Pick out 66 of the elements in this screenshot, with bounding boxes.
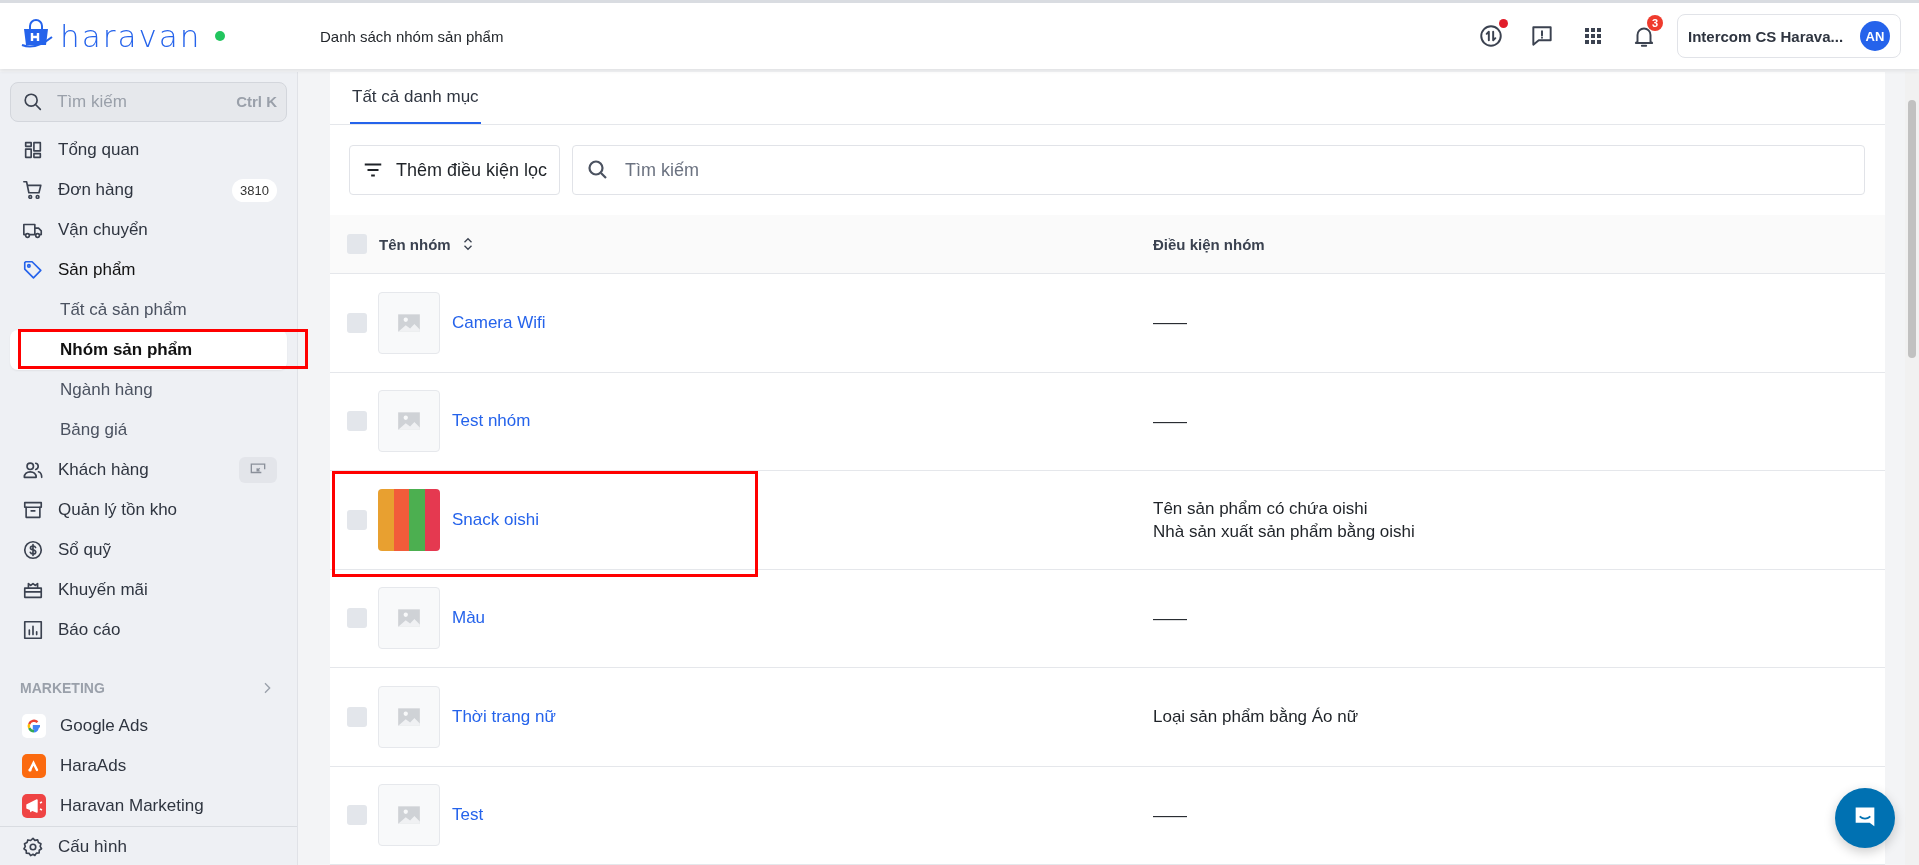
haraads-icon: [22, 754, 46, 778]
condition-text: ——: [1153, 410, 1187, 433]
section-title: MARKETING: [20, 680, 105, 696]
sync-icon: [1478, 23, 1504, 49]
tag-icon: [22, 259, 44, 281]
brand-logo-text: haravan: [60, 18, 202, 54]
nav-item[interactable]: Khách hàng: [0, 450, 297, 490]
condition-text: ——: [1153, 607, 1187, 630]
row-checkbox[interactable]: [347, 509, 367, 530]
page-title: Danh sách nhóm sản phẩm: [320, 27, 505, 45]
nav-item[interactable]: Quản lý tồn kho: [0, 490, 297, 530]
group-name-link[interactable]: Thời trang nữ: [452, 706, 556, 727]
archive-icon: [22, 499, 44, 521]
condition-text: Tên sản phẩm có chứa oishi: [1153, 497, 1368, 520]
dashboard-icon: [22, 139, 44, 161]
condition-text: Loại sản phẩm bằng Áo nữ: [1153, 706, 1359, 729]
nav-item[interactable]: Google Ads: [0, 706, 297, 746]
scrollbar[interactable]: [1905, 72, 1919, 865]
scrollbar-thumb[interactable]: [1908, 100, 1916, 358]
avatar: AN: [1860, 21, 1890, 51]
open-window-icon[interactable]: [239, 457, 277, 483]
nav-item[interactable]: Báo cáo: [0, 610, 297, 650]
condition-text: ——: [1153, 312, 1187, 335]
row-checkbox[interactable]: [347, 805, 367, 826]
nav-item[interactable]: Đơn hàng 3810: [0, 170, 297, 210]
nav-item[interactable]: Vận chuyển: [0, 210, 297, 250]
column-header: Điều kiện nhóm: [1153, 235, 1265, 253]
cart-icon: [22, 179, 44, 201]
search-field[interactable]: Tìm kiếm: [572, 145, 1865, 196]
group-name-link[interactable]: Snack oishi: [452, 509, 539, 530]
feedback-icon: [1529, 23, 1555, 49]
condition-text: Nhà sản xuất sản phẩm bằng oishi: [1153, 520, 1415, 543]
nav-subitem[interactable]: Tất cả sản phẩm: [10, 290, 287, 330]
condition-text: ——: [1153, 804, 1187, 827]
nav-item[interactable]: HaraAds: [0, 746, 297, 786]
account-button[interactable]: Intercom CS Harava... AN: [1677, 14, 1901, 58]
google-g-icon: [22, 714, 46, 738]
filter-button[interactable]: Thêm điều kiện lọc: [349, 145, 561, 196]
count-badge: 3810: [232, 178, 277, 202]
nav-item[interactable]: Haravan Marketing: [0, 786, 297, 826]
row-checkbox[interactable]: [347, 411, 367, 432]
nav-item[interactable]: Sổ quỹ: [0, 530, 297, 570]
row-checkbox[interactable]: [347, 706, 367, 727]
megaphone-icon: [22, 794, 46, 818]
group-name-link[interactable]: Màu: [452, 608, 486, 629]
nav-item[interactable]: Tổng quan: [0, 130, 297, 170]
nav-item[interactable]: Khuyến mãi: [0, 570, 297, 610]
nav-subitem[interactable]: Ngành hàng: [10, 370, 287, 410]
users-icon: [22, 459, 44, 481]
group-name-link[interactable]: Test: [452, 805, 484, 826]
group-name-link[interactable]: Camera Wifi: [452, 312, 546, 333]
nav-subitem[interactable]: Bảng giá: [10, 410, 287, 450]
tab[interactable]: Tất cả danh mục: [350, 72, 481, 125]
group-name-link[interactable]: Test nhóm: [452, 411, 531, 432]
row-checkbox[interactable]: [347, 312, 367, 333]
notification-badge: 3: [1647, 15, 1663, 31]
column-header[interactable]: Tên nhóm: [379, 235, 451, 253]
nav-item[interactable]: Cấu hình: [0, 827, 297, 865]
settings-icon: [22, 836, 44, 858]
bar-chart-icon: [22, 619, 44, 641]
photo-placeholder: [378, 488, 440, 551]
row-checkbox[interactable]: [347, 608, 367, 629]
search-icon: [22, 91, 44, 113]
nav-item[interactable]: Sản phẩm: [0, 250, 297, 290]
dollar-icon: [22, 539, 44, 561]
shortcut-hint: Ctrl K: [236, 93, 277, 110]
